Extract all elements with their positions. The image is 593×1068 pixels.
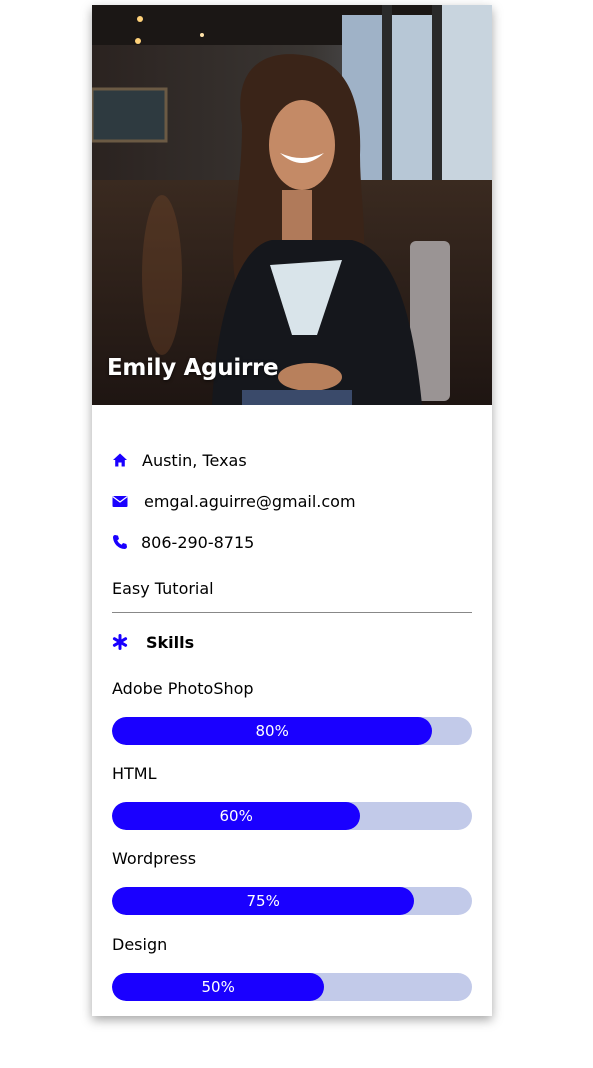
home-icon	[112, 452, 128, 468]
divider	[112, 612, 472, 613]
skill-label: Adobe PhotoShop	[112, 679, 254, 698]
skill-progress-track: 80%	[112, 717, 472, 745]
profile-name: Emily Aguirre	[107, 355, 279, 381]
skill-progress-fill: 50%	[112, 973, 325, 1001]
phone-text[interactable]: 806-290-8715	[141, 533, 254, 552]
skills-heading-text: Skills	[146, 632, 195, 652]
asterisk-icon	[112, 634, 128, 650]
skill-progress-track: 50%	[112, 973, 472, 1001]
skill-progress-track: 60%	[112, 802, 472, 830]
profile-card: Emily Aguirre Austin, Texas emgal.aguirr…	[92, 5, 492, 1016]
skill-label: HTML	[112, 764, 157, 783]
envelope-icon	[112, 493, 128, 509]
profile-photo: Emily Aguirre	[92, 5, 492, 405]
skill-label: Wordpress	[112, 849, 197, 868]
skill-progress-fill: 80%	[112, 717, 433, 745]
email-row: emgal.aguirre@gmail.com	[112, 489, 356, 513]
phone-row: 806-290-8715	[112, 530, 254, 554]
phone-icon	[112, 534, 128, 550]
skill-label: Design	[112, 935, 168, 954]
skill-progress-fill: 60%	[112, 802, 361, 830]
location-text: Austin, Texas	[142, 450, 247, 470]
note-text: Easy Tutorial	[112, 579, 214, 598]
location-row: Austin, Texas	[112, 448, 247, 472]
skill-progress-fill: 75%	[112, 887, 415, 915]
skills-heading: Skills	[112, 631, 194, 653]
email-text[interactable]: emgal.aguirre@gmail.com	[144, 492, 356, 511]
skill-progress-track: 75%	[112, 887, 472, 915]
